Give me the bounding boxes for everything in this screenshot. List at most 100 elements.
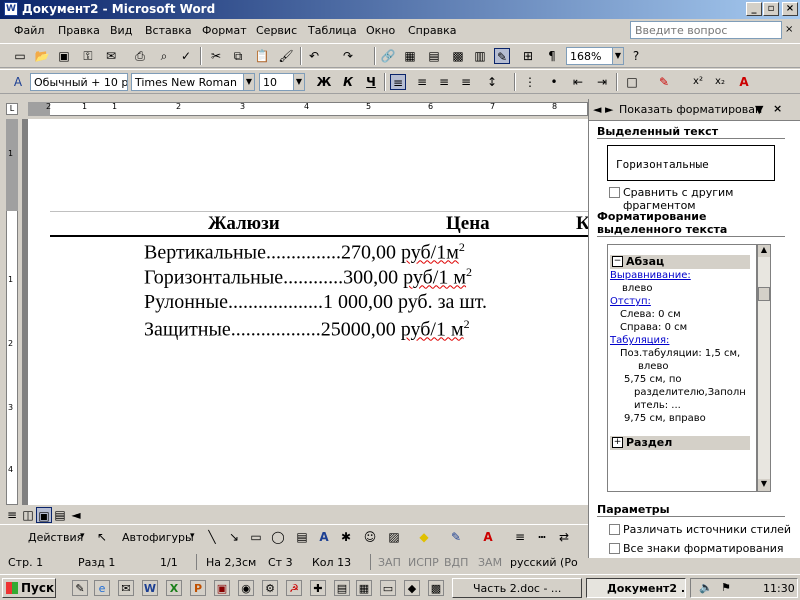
close-pane-icon[interactable]: × <box>773 102 782 115</box>
all-marks-checkbox[interactable] <box>609 543 620 554</box>
redo-icon[interactable]: ↷ <box>340 48 356 64</box>
print-icon[interactable]: ⎙ <box>132 48 148 64</box>
menu-view[interactable]: Вид <box>110 24 132 37</box>
font-select[interactable]: Times New Roman <box>131 73 255 91</box>
subscript-icon[interactable]: x₂ <box>712 74 728 90</box>
minimize-button[interactable]: _ <box>746 2 762 16</box>
expand-icon[interactable]: + <box>612 437 623 448</box>
maximize-button[interactable]: ▫ <box>763 2 779 16</box>
paragraph-header[interactable]: Абзац <box>610 255 750 269</box>
styles-formatting-icon[interactable]: A <box>10 74 26 90</box>
outlook-icon[interactable]: ✉ <box>118 580 134 596</box>
clipart-icon[interactable]: ☺ <box>362 529 378 545</box>
zoom-dropdown-arrow[interactable]: ▼ <box>612 47 624 65</box>
menu-tools[interactable]: Сервис <box>256 24 297 37</box>
menu-window[interactable]: Окно <box>366 24 395 37</box>
email-icon[interactable]: ✉ <box>103 48 119 64</box>
diagram-icon[interactable]: ✱ <box>338 529 354 545</box>
menu-help[interactable]: Справка <box>408 24 456 37</box>
permission-icon[interactable]: ⚿ <box>80 48 96 64</box>
word-icon[interactable]: W <box>4 2 18 16</box>
tables-borders-icon[interactable]: ▦ <box>402 48 418 64</box>
pane-title[interactable]: Показать форматирован <box>619 103 762 116</box>
align-left-icon[interactable]: ≡ <box>390 74 406 90</box>
print-preview-icon[interactable]: ⌕ <box>156 48 172 64</box>
arrow-icon[interactable]: ↘ <box>226 529 242 545</box>
size-dropdown-arrow[interactable]: ▼ <box>293 73 305 91</box>
line-icon[interactable]: ╲ <box>204 529 220 545</box>
start-button[interactable]: Пуск <box>2 578 56 598</box>
copy-icon[interactable]: ⧉ <box>230 48 246 64</box>
powerpoint-icon[interactable]: P <box>190 580 206 596</box>
indent-link[interactable]: Отступ: <box>610 296 651 307</box>
app-icon-2[interactable]: ⚙ <box>262 580 278 596</box>
list-item[interactable]: Защитные..................25000,00 руб/1… <box>144 317 470 342</box>
tab-selector-icon[interactable]: L <box>6 103 18 115</box>
undo-icon[interactable]: ↶ <box>306 48 322 64</box>
numbering-icon[interactable]: ⋮ <box>522 74 538 90</box>
picture-icon[interactable]: ▨ <box>386 529 402 545</box>
excel-icon[interactable]: X <box>166 580 182 596</box>
wordart-icon[interactable]: A <box>316 529 332 545</box>
autoshapes-menu[interactable]: Автофигуры <box>122 531 194 544</box>
app-icon-9[interactable]: ▩ <box>428 580 444 596</box>
menu-table[interactable]: Таблица <box>308 24 357 37</box>
app-icon[interactable]: ◉ <box>238 580 254 596</box>
hyperlink-icon[interactable]: 🔗 <box>380 48 396 64</box>
text-box-icon[interactable]: ▤ <box>294 529 310 545</box>
list-item[interactable]: Вертикальные...............270,00 руб/1м… <box>144 240 465 265</box>
spelling-icon[interactable]: ✓ <box>178 48 194 64</box>
alignment-link[interactable]: Выравнивание: <box>610 270 691 281</box>
columns-icon[interactable]: ▥ <box>472 48 488 64</box>
zoom-select[interactable]: 168% <box>566 47 614 65</box>
app-icon-4[interactable]: ✚ <box>310 580 326 596</box>
help-search-input[interactable]: Введите вопрос <box>630 21 782 39</box>
style-select[interactable]: Обычный + 10 р <box>30 73 128 91</box>
document-map-icon[interactable]: ⊞ <box>520 48 536 64</box>
font-color-icon[interactable]: A <box>736 74 752 90</box>
bold-button[interactable]: Ж <box>316 74 332 90</box>
close-button[interactable]: × <box>782 2 798 16</box>
fill-color-icon[interactable]: ◆ <box>416 529 432 545</box>
back-icon[interactable]: ◄ <box>593 103 601 116</box>
paste-icon[interactable]: 📋 <box>254 48 270 64</box>
ie-icon[interactable]: e <box>94 580 110 596</box>
close-document-icon[interactable]: × <box>785 24 793 35</box>
highlight-icon[interactable]: ✎ <box>656 74 672 90</box>
app-icon-6[interactable]: ▦ <box>356 580 372 596</box>
compare-checkbox[interactable] <box>609 187 620 198</box>
print-layout-icon[interactable]: ▣ <box>36 507 52 523</box>
vertical-ruler[interactable]: 1 1 2 3 4 <box>0 119 22 505</box>
borders-icon[interactable]: □ <box>624 74 640 90</box>
oval-icon[interactable]: ◯ <box>270 529 286 545</box>
help-icon[interactable]: ? <box>628 48 644 64</box>
align-center-icon[interactable]: ≡ <box>414 74 430 90</box>
cut-icon[interactable]: ✂ <box>208 48 224 64</box>
line-color-icon[interactable]: ✎ <box>448 529 464 545</box>
app-icon-5[interactable]: ▤ <box>334 580 350 596</box>
network-icon[interactable]: ⚑ <box>721 581 731 594</box>
app-icon-8[interactable]: ◆ <box>404 580 420 596</box>
font-dropdown-arrow[interactable]: ▼ <box>243 73 255 91</box>
menu-file[interactable]: Файл <box>14 24 44 37</box>
insert-table-icon[interactable]: ▤ <box>426 48 442 64</box>
increase-indent-icon[interactable]: ⇥ <box>594 74 610 90</box>
forward-icon[interactable]: ► <box>605 103 613 116</box>
scroll-left-icon[interactable]: ◄ <box>68 507 84 523</box>
select-objects-icon[interactable]: ↖ <box>94 529 110 545</box>
actions-menu[interactable]: Действия <box>28 531 83 544</box>
taskbar-button-doc2[interactable]: Документ2 ... <box>586 578 686 598</box>
menu-edit[interactable]: Правка <box>58 24 100 37</box>
underline-button[interactable]: Ч <box>363 74 379 90</box>
draw-font-color-icon[interactable]: A <box>480 529 496 545</box>
insert-excel-icon[interactable]: ▩ <box>450 48 466 64</box>
line-style-icon[interactable]: ≡ <box>512 529 528 545</box>
collapse-icon[interactable]: − <box>612 256 623 267</box>
volume-icon[interactable]: 🔈 <box>699 581 713 594</box>
app-icon-3[interactable]: ☭ <box>286 580 302 596</box>
align-right-icon[interactable]: ≡ <box>436 74 452 90</box>
line-spacing-icon[interactable]: ↕ <box>484 74 500 90</box>
show-hide-icon[interactable]: ¶ <box>544 48 560 64</box>
bullets-icon[interactable]: • <box>546 74 562 90</box>
tabs-link[interactable]: Табуляция: <box>610 335 669 346</box>
